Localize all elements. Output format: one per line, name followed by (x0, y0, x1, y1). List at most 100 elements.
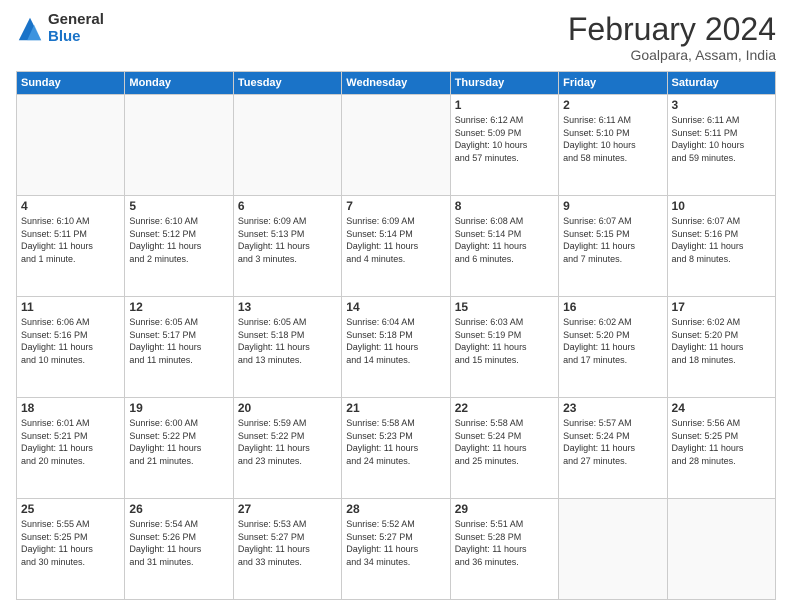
calendar-cell: 28Sunrise: 5:52 AM Sunset: 5:27 PM Dayli… (342, 499, 450, 600)
day-info: Sunrise: 6:07 AM Sunset: 5:15 PM Dayligh… (563, 215, 662, 265)
day-info: Sunrise: 6:05 AM Sunset: 5:17 PM Dayligh… (129, 316, 228, 366)
day-info: Sunrise: 6:11 AM Sunset: 5:11 PM Dayligh… (672, 114, 771, 164)
calendar-cell (233, 95, 341, 196)
day-info: Sunrise: 6:05 AM Sunset: 5:18 PM Dayligh… (238, 316, 337, 366)
day-number: 1 (455, 98, 554, 112)
day-number: 28 (346, 502, 445, 516)
day-info: Sunrise: 6:10 AM Sunset: 5:11 PM Dayligh… (21, 215, 120, 265)
day-info: Sunrise: 6:11 AM Sunset: 5:10 PM Dayligh… (563, 114, 662, 164)
day-info: Sunrise: 5:55 AM Sunset: 5:25 PM Dayligh… (21, 518, 120, 568)
day-info: Sunrise: 6:04 AM Sunset: 5:18 PM Dayligh… (346, 316, 445, 366)
day-info: Sunrise: 5:54 AM Sunset: 5:26 PM Dayligh… (129, 518, 228, 568)
day-info: Sunrise: 6:03 AM Sunset: 5:19 PM Dayligh… (455, 316, 554, 366)
calendar-cell: 25 Sunrise: 5:55 AM Sunset: 5:25 PM Dayli… (17, 499, 125, 600)
day-info: Sunrise: 5:58 AM Sunset: 5:24 PM Dayligh… (455, 417, 554, 467)
col-tuesday: Tuesday (233, 72, 341, 95)
calendar-cell: 29Sunrise: 5:51 AM Sunset: 5:28 PM Dayli… (450, 499, 558, 600)
day-info: Sunrise: 6:07 AM Sunset: 5:16 PM Dayligh… (672, 215, 771, 265)
day-number: 16 (563, 300, 662, 314)
day-info: Sunrise: 5:59 AM Sunset: 5:22 PM Dayligh… (238, 417, 337, 467)
day-number: 29 (455, 502, 554, 516)
day-info: Sunrise: 6:09 AM Sunset: 5:13 PM Dayligh… (238, 215, 337, 265)
logo: General Blue (16, 12, 104, 45)
calendar-cell (342, 95, 450, 196)
calendar-cell: 15 Sunrise: 6:03 AM Sunset: 5:19 PM Dayli… (450, 297, 558, 398)
day-number: 14 (346, 300, 445, 314)
day-info: Sunrise: 6:08 AM Sunset: 5:14 PM Dayligh… (455, 215, 554, 265)
day-info: Sunrise: 6:01 AM Sunset: 5:21 PM Dayligh… (21, 417, 120, 467)
day-info: Sunrise: 6:09 AM Sunset: 5:14 PM Dayligh… (346, 215, 445, 265)
calendar-table: Sunday Monday Tuesday Wednesday Thursday… (16, 71, 776, 600)
calendar-cell: 3 Sunrise: 6:11 AM Sunset: 5:11 PM Daylig… (667, 95, 775, 196)
main-title: February 2024 (568, 12, 776, 47)
logo-icon (16, 15, 44, 43)
day-number: 7 (346, 199, 445, 213)
calendar-cell: 20 Sunrise: 5:59 AM Sunset: 5:22 PM Dayli… (233, 398, 341, 499)
day-info: Sunrise: 5:57 AM Sunset: 5:24 PM Dayligh… (563, 417, 662, 467)
day-info: Sunrise: 6:12 AM Sunset: 5:09 PM Dayligh… (455, 114, 554, 164)
day-number: 19 (129, 401, 228, 415)
calendar-cell: 14 Sunrise: 6:04 AM Sunset: 5:18 PM Dayli… (342, 297, 450, 398)
week-row-4: 18 Sunrise: 6:01 AM Sunset: 5:21 PM Dayli… (17, 398, 776, 499)
calendar-cell: 13 Sunrise: 6:05 AM Sunset: 5:18 PM Dayli… (233, 297, 341, 398)
calendar-cell: 5Sunrise: 6:10 AM Sunset: 5:12 PM Daylig… (125, 196, 233, 297)
day-number: 4 (21, 199, 120, 213)
week-row-2: 4 Sunrise: 6:10 AM Sunset: 5:11 PM Daylig… (17, 196, 776, 297)
day-info: Sunrise: 5:56 AM Sunset: 5:25 PM Dayligh… (672, 417, 771, 467)
calendar-cell: 17Sunrise: 6:02 AM Sunset: 5:20 PM Dayli… (667, 297, 775, 398)
day-number: 18 (21, 401, 120, 415)
day-info: Sunrise: 5:53 AM Sunset: 5:27 PM Dayligh… (238, 518, 337, 568)
day-info: Sunrise: 6:06 AM Sunset: 5:16 PM Dayligh… (21, 316, 120, 366)
calendar-cell: 12 Sunrise: 6:05 AM Sunset: 5:17 PM Dayli… (125, 297, 233, 398)
day-number: 26 (129, 502, 228, 516)
calendar-cell: 2 Sunrise: 6:11 AM Sunset: 5:10 PM Daylig… (559, 95, 667, 196)
calendar-cell (667, 499, 775, 600)
day-number: 6 (238, 199, 337, 213)
day-number: 3 (672, 98, 771, 112)
col-friday: Friday (559, 72, 667, 95)
week-row-3: 11 Sunrise: 6:06 AM Sunset: 5:16 PM Dayli… (17, 297, 776, 398)
calendar-cell: 22 Sunrise: 5:58 AM Sunset: 5:24 PM Dayli… (450, 398, 558, 499)
day-number: 23 (563, 401, 662, 415)
calendar-cell: 4 Sunrise: 6:10 AM Sunset: 5:11 PM Daylig… (17, 196, 125, 297)
calendar-cell: 18 Sunrise: 6:01 AM Sunset: 5:21 PM Dayli… (17, 398, 125, 499)
day-number: 21 (346, 401, 445, 415)
day-number: 24 (672, 401, 771, 415)
day-number: 13 (238, 300, 337, 314)
day-number: 20 (238, 401, 337, 415)
calendar-cell: 6 Sunrise: 6:09 AM Sunset: 5:13 PM Daylig… (233, 196, 341, 297)
subtitle: Goalpara, Assam, India (568, 47, 776, 63)
calendar-cell: 23 Sunrise: 5:57 AM Sunset: 5:24 PM Dayli… (559, 398, 667, 499)
week-row-5: 25 Sunrise: 5:55 AM Sunset: 5:25 PM Dayli… (17, 499, 776, 600)
day-number: 11 (21, 300, 120, 314)
calendar-cell: 24 Sunrise: 5:56 AM Sunset: 5:25 PM Dayli… (667, 398, 775, 499)
page: General Blue February 2024 Goalpara, Ass… (0, 0, 792, 612)
calendar-cell: 10 Sunrise: 6:07 AM Sunset: 5:16 PM Dayli… (667, 196, 775, 297)
calendar-cell: 21 Sunrise: 5:58 AM Sunset: 5:23 PM Dayli… (342, 398, 450, 499)
header: General Blue February 2024 Goalpara, Ass… (16, 12, 776, 63)
calendar-cell (17, 95, 125, 196)
day-info: Sunrise: 6:00 AM Sunset: 5:22 PM Dayligh… (129, 417, 228, 467)
day-info: Sunrise: 5:58 AM Sunset: 5:23 PM Dayligh… (346, 417, 445, 467)
day-info: Sunrise: 6:02 AM Sunset: 5:20 PM Dayligh… (563, 316, 662, 366)
day-number: 2 (563, 98, 662, 112)
day-number: 15 (455, 300, 554, 314)
calendar-cell: 16 Sunrise: 6:02 AM Sunset: 5:20 PM Dayli… (559, 297, 667, 398)
day-info: Sunrise: 6:02 AM Sunset: 5:20 PM Dayligh… (672, 316, 771, 366)
calendar-cell: 7 Sunrise: 6:09 AM Sunset: 5:14 PM Daylig… (342, 196, 450, 297)
day-number: 27 (238, 502, 337, 516)
calendar-cell: 1 Sunrise: 6:12 AM Sunset: 5:09 PM Daylig… (450, 95, 558, 196)
day-number: 25 (21, 502, 120, 516)
day-number: 10 (672, 199, 771, 213)
title-block: February 2024 Goalpara, Assam, India (568, 12, 776, 63)
day-number: 12 (129, 300, 228, 314)
logo-text: General Blue (48, 12, 104, 45)
col-sunday: Sunday (17, 72, 125, 95)
day-number: 9 (563, 199, 662, 213)
calendar-cell: 19 Sunrise: 6:00 AM Sunset: 5:22 PM Dayli… (125, 398, 233, 499)
calendar-cell (125, 95, 233, 196)
calendar-header-row: Sunday Monday Tuesday Wednesday Thursday… (17, 72, 776, 95)
day-number: 22 (455, 401, 554, 415)
calendar-cell: 27 Sunrise: 5:53 AM Sunset: 5:27 PM Dayli… (233, 499, 341, 600)
col-wednesday: Wednesday (342, 72, 450, 95)
